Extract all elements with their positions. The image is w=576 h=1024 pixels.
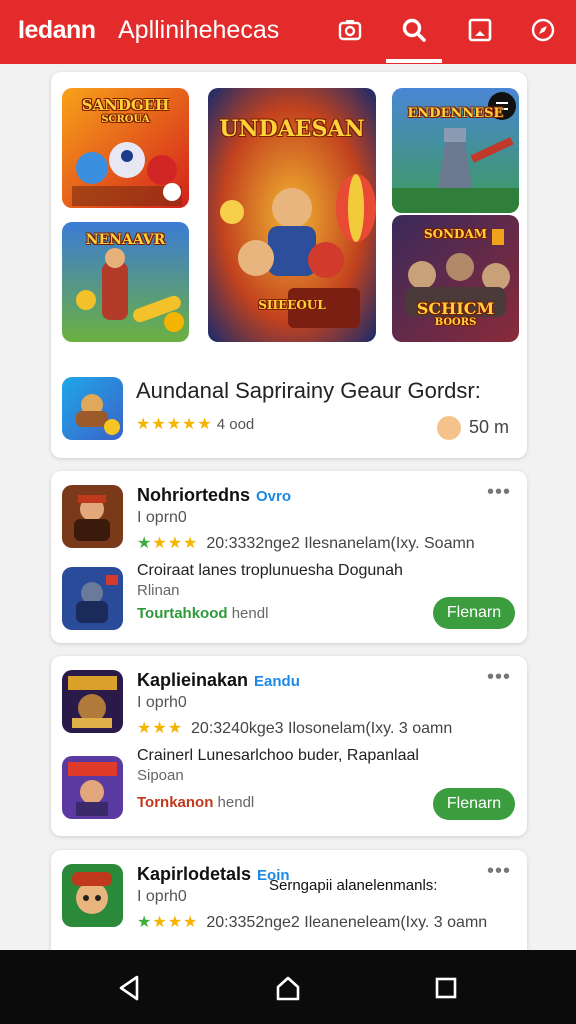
app-subtitle: I oprh0 <box>137 694 187 711</box>
list-card[interactable]: Kapirlodetals Eoin ••• I oprh0 ★★★★ 20:335… <box>51 850 527 950</box>
avatar <box>437 416 461 440</box>
featured-app-icon[interactable] <box>62 377 123 440</box>
featured-art-tile[interactable]: UNDAESAN SIIEEOUL <box>208 88 376 342</box>
rating-text: 4 ood <box>216 416 255 433</box>
featured-art-tile[interactable]: NENAAVR <box>62 222 189 342</box>
app-tag: Ovro <box>256 488 292 505</box>
install-button[interactable]: Flenarn <box>433 597 515 629</box>
app-icon[interactable] <box>62 670 123 733</box>
app-title-text: Nohriortedns <box>137 485 251 505</box>
featured-app-title[interactable]: Aundanal Saprirainy Geaur Gordsr: <box>136 378 481 404</box>
app-subtitle: I oprh0 <box>137 888 187 905</box>
app-description: Crainerl Lunesarlchoo buder, Rapanlaal <box>137 747 419 764</box>
app-meta: ★★★★ 20:3332nge2 Ilesnanelam(Ixy. Soamn <box>137 533 475 553</box>
featured-size: 50 m <box>469 417 510 437</box>
art-subtitle: SIIEEOUL <box>258 298 326 312</box>
camera-icon[interactable] <box>330 12 370 48</box>
app-description-sub: Rlinan <box>137 582 180 599</box>
overlay-text: Serngapii alanelenmanls: <box>269 877 438 894</box>
rating-stars: ★★★ <box>137 720 184 737</box>
meta-text: 20:3332nge2 Ilesnanelam(Ixy. Soamn <box>206 535 475 552</box>
rating-stars: ★★★★★ <box>136 416 213 433</box>
rating-stars: ★★★★ <box>137 535 199 552</box>
app-title-text: Kapirlodetals <box>137 864 252 884</box>
back-icon[interactable] <box>112 970 148 1006</box>
app-icon-secondary[interactable] <box>62 756 123 819</box>
active-tab-indicator <box>386 59 442 63</box>
featured-art-tile[interactable]: SANDGEH SCROUA <box>62 88 189 208</box>
app-description: Croiraat lanes troplunuesha Dogunah <box>137 562 403 579</box>
app-trend: Tornkanon hendl <box>137 794 255 811</box>
more-options-icon[interactable]: ••• <box>487 860 511 883</box>
brand-logo-text[interactable]: Iedann <box>18 16 96 45</box>
rating-stars: ★★★★ <box>137 914 199 931</box>
more-options-icon[interactable]: ••• <box>487 481 511 504</box>
art-subtitle: BOORS <box>434 317 477 328</box>
app-icon[interactable] <box>62 864 123 927</box>
app-meta: ★★★ 20:3240kge3 Ilosonelam(Ixy. 3 oamn <box>137 718 452 738</box>
page-title: Apllinihehecas <box>118 16 280 44</box>
app-subtitle: I oprn0 <box>137 509 187 526</box>
recents-icon[interactable] <box>428 970 464 1006</box>
home-icon[interactable] <box>270 970 306 1006</box>
app-title[interactable]: Kapirlodetals Eoin <box>137 864 290 885</box>
art-title: SANDGEH <box>81 96 170 114</box>
install-button[interactable]: Flenarn <box>433 788 515 820</box>
app-title[interactable]: Kaplieinakan Eandu <box>137 670 300 691</box>
meta-text: 20:3352nge2 Ileaneneleam(Ixy. 3 oamn <box>206 914 488 931</box>
featured-card[interactable]: SANDGEH SCROUA NENAAVR UNDAESAN SIIEEOUL… <box>51 72 527 458</box>
list-card[interactable]: Kaplieinakan Eandu ••• I oprh0 ★★★ 20:3240… <box>51 656 527 836</box>
app-description-sub: Sipoan <box>137 767 184 784</box>
art-title: UNDAESAN <box>219 116 365 142</box>
featured-rating: ★★★★★ 4 ood <box>136 414 254 434</box>
more-options-icon[interactable]: ••• <box>487 666 511 689</box>
featured-art-tile[interactable]: SONDAM SCHICM BOORS <box>392 215 519 342</box>
compass-icon[interactable] <box>523 12 563 48</box>
art-title: SONDAM <box>423 227 488 241</box>
app-title[interactable]: Nohriortedns Ovro <box>137 485 291 506</box>
app-title-text: Kaplieinakan <box>137 670 249 690</box>
app-header: Iedann Apllinihehecas <box>0 0 576 64</box>
art-title: NENAAVR <box>85 232 166 248</box>
art-title: SCHICM <box>416 299 495 318</box>
app-tag: Eandu <box>254 673 300 690</box>
app-icon[interactable] <box>62 485 123 548</box>
system-nav-bar <box>0 950 576 1024</box>
main-content[interactable]: SANDGEH SCROUA NENAAVR UNDAESAN SIIEEOUL… <box>0 64 576 950</box>
art-subtitle: SCROUA <box>101 114 150 125</box>
featured-art-tile[interactable]: ENDENNESE <box>392 88 519 213</box>
list-card[interactable]: Nohriortedns Ovro ••• I oprn0 ★★★★ 20:3332… <box>51 471 527 643</box>
art-title: ENDENNESE <box>407 106 504 121</box>
app-trend: Tourtahkood hendl <box>137 605 269 622</box>
search-icon[interactable] <box>394 12 434 48</box>
app-meta: ★★★★ 20:3352nge2 Ileaneneleam(Ixy. 3 oamn <box>137 912 487 932</box>
app-icon-secondary[interactable] <box>62 567 123 630</box>
meta-text: 20:3240kge3 Ilosonelam(Ixy. 3 oamn <box>191 720 453 737</box>
tablet-icon[interactable] <box>460 12 500 48</box>
